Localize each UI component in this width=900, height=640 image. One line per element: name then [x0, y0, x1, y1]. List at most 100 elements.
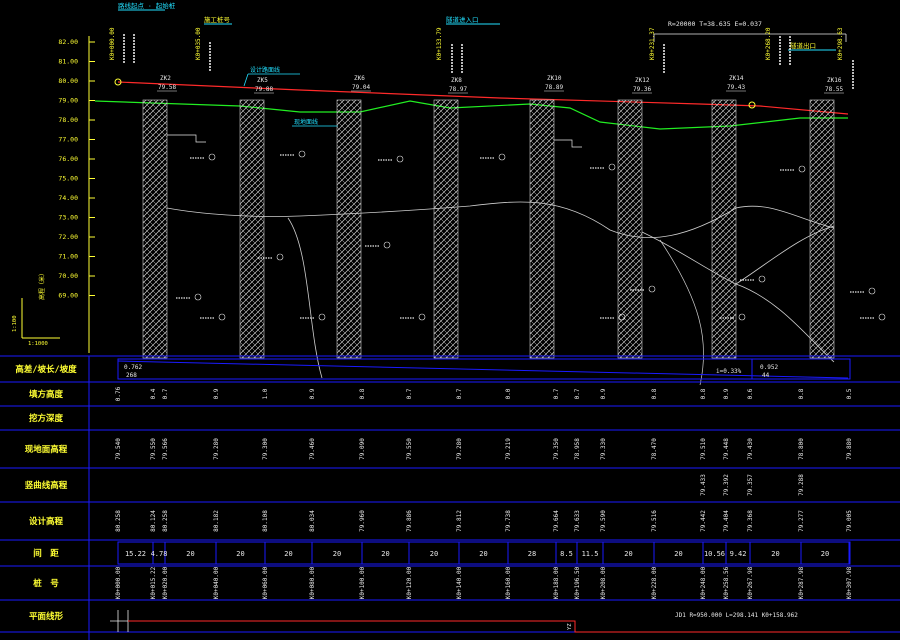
- spacing-value: 20: [624, 550, 632, 558]
- station: K0+267.98: [747, 566, 754, 599]
- station: K0+120.00: [406, 566, 413, 599]
- tunnel-exit-label: 隧道出口: [790, 41, 816, 50]
- fill-height: 0.6: [747, 388, 754, 399]
- chainage-mark: K0+000.00: [109, 27, 116, 60]
- y-tick-label: 77.00: [58, 136, 78, 144]
- fill-height: 0.9: [309, 388, 316, 399]
- station: K0+188.00: [553, 566, 560, 599]
- borehole-elevation: 78.97: [449, 86, 467, 93]
- tunnel-label: 隧道进入口: [446, 15, 479, 24]
- design-line-label: 设计路面线: [250, 66, 280, 74]
- ground-elevation: 78.800: [798, 438, 805, 460]
- borehole-elevation: 79.43: [727, 84, 745, 91]
- borehole-id: ZK2: [160, 75, 171, 82]
- design-elevation: 79.442: [700, 510, 707, 532]
- spacing-value: 20: [333, 550, 341, 558]
- spacing-value: 20: [186, 550, 194, 558]
- spacing-value: 20: [821, 550, 829, 558]
- borehole-column: [142, 99, 168, 359]
- curve-element-label: R=20000 T=38.635 E=0.037: [668, 20, 762, 28]
- station: K0+140.00: [456, 566, 463, 599]
- spacing-value: 4.78: [151, 550, 168, 558]
- station: K0+287.98: [798, 566, 805, 599]
- start-label: 路线起点 · 起始桩: [118, 1, 176, 10]
- design-elevation: 79.368: [747, 510, 754, 532]
- ground-elevation: 79.550: [406, 438, 413, 460]
- vc-elevation: 79.288: [798, 474, 805, 496]
- spacing-value: 28: [528, 550, 536, 558]
- design-elevation: 80.182: [213, 510, 220, 532]
- profile-drawing: 路线起点 · 起始桩施工桩号 隧道进入口 R=20000 T=38.635 E=0.…: [0, 0, 900, 640]
- design-elevation: 79.005: [846, 510, 853, 532]
- y-tick-label: 79.00: [58, 97, 78, 105]
- spacing-value: 11.5: [582, 550, 599, 558]
- borehole-column: [239, 99, 265, 359]
- design-elevation: 79.404: [723, 510, 730, 532]
- spacing-value: 20: [284, 550, 292, 558]
- row-label: 竖曲线高程: [25, 480, 68, 491]
- row-label: 高差/坡长/坡度: [15, 364, 77, 375]
- ground-elevation: 79.880: [846, 438, 853, 460]
- design-elevation: 79.590: [600, 510, 607, 532]
- borehole-elevation: 79.36: [633, 86, 651, 93]
- fill-height: 0.7: [553, 388, 560, 399]
- fill-height: 0.9: [213, 388, 220, 399]
- borehole-column: [529, 99, 555, 359]
- fill-height: 0.8: [700, 388, 707, 399]
- ground-elevation: 79.330: [600, 438, 607, 460]
- fill-height: 0.76: [115, 386, 122, 401]
- vc-elevation: 79.357: [747, 474, 754, 496]
- design-elevation: 79.886: [406, 510, 413, 532]
- ground-elevation: 79.350: [553, 438, 560, 460]
- borehole-column: [617, 99, 643, 359]
- borehole-elevation: 79.04: [352, 84, 370, 91]
- design-elevation: 79.960: [359, 510, 366, 532]
- slope-grade: i=0.33%: [716, 368, 742, 375]
- row-label: 填方高度: [29, 389, 64, 400]
- design-elevation: 79.812: [456, 510, 463, 532]
- row-label: 设计高程: [29, 516, 64, 527]
- station: K0+080.00: [309, 566, 316, 599]
- slope-right: 0.952: [760, 364, 778, 371]
- slope-left: 0.762: [124, 364, 142, 371]
- row-label: 挖方深度: [29, 413, 64, 424]
- ground-line-label: 现地面线: [294, 118, 318, 126]
- spacing-value: 20: [771, 550, 779, 558]
- borehole-id: ZK8: [451, 77, 462, 84]
- row-label: 平面线形: [29, 611, 64, 622]
- ground-elevation: 79.550: [150, 438, 157, 460]
- spacing-value: 20: [430, 550, 438, 558]
- design-elevation: 80.108: [262, 510, 269, 532]
- station: K0+160.00: [505, 566, 512, 599]
- station: K0+000.00: [115, 566, 122, 599]
- spacing-value: 15.22: [125, 550, 146, 558]
- design-elevation: 80.258: [162, 510, 169, 532]
- design-elevation: 80.258: [115, 510, 122, 532]
- station: K0+228.00: [651, 566, 658, 599]
- chainage-mark: K0+231.37: [649, 27, 656, 60]
- fill-height: 0.7: [162, 388, 169, 399]
- vc-elevation: 79.433: [700, 474, 707, 496]
- fill-height: 0.7: [406, 388, 413, 399]
- fill-height: 1.0: [262, 388, 269, 399]
- design-elevation: 79.516: [651, 510, 658, 532]
- fill-height: 0.5: [846, 388, 853, 399]
- station: K0+100.00: [359, 566, 366, 599]
- fill-height: 0.9: [600, 388, 607, 399]
- y-tick-label: 74.00: [58, 194, 78, 202]
- y-tick-label: 75.00: [58, 175, 78, 183]
- y-tick-label: 80.00: [58, 77, 78, 85]
- station: K0+248.00: [700, 566, 707, 599]
- borehole-id: ZK16: [827, 77, 842, 84]
- plan-point-label: YZ: [567, 623, 573, 630]
- ground-elevation: 79.300: [262, 438, 269, 460]
- slope-right-length: 44: [762, 372, 770, 379]
- fill-height: 0.8: [798, 388, 805, 399]
- ground-elevation: 79.430: [747, 438, 754, 460]
- station: K0+060.00: [262, 566, 269, 599]
- chainage-mark: K0+035.00: [195, 27, 202, 60]
- fill-height: 0.8: [359, 388, 366, 399]
- y-tick-label: 78.00: [58, 116, 78, 124]
- y-tick-label: 70.00: [58, 272, 78, 280]
- ground-elevation: 78.470: [651, 438, 658, 460]
